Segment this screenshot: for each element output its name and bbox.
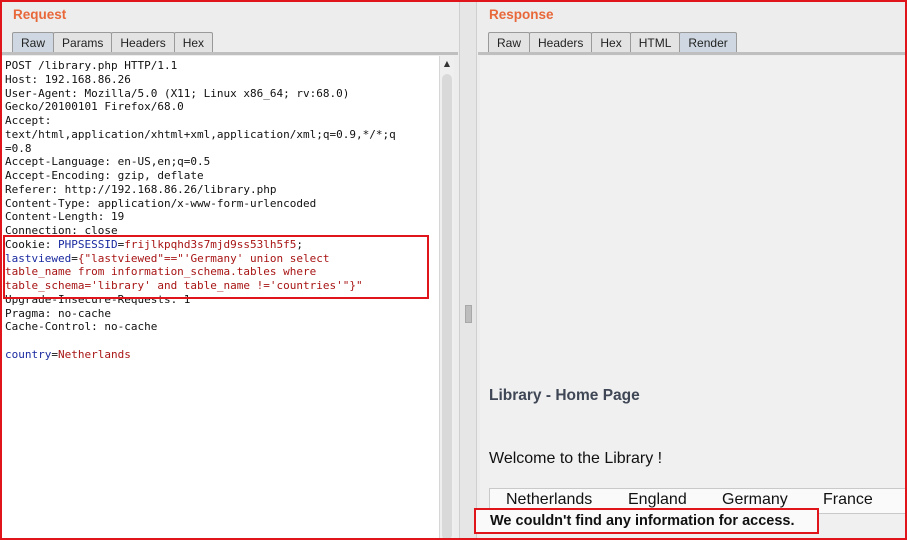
request-line: POST /library.php HTTP/1.1 [5, 59, 439, 73]
response-tab-hex[interactable]: Hex [591, 32, 631, 52]
request-line-text: text/html,application/xhtml+xml,applicat… [5, 127, 396, 141]
nav-link-england[interactable]: England [628, 491, 687, 509]
rendered-welcome-text: Welcome to the Library ! [489, 450, 663, 467]
request-scrollbar-thumb[interactable] [442, 74, 452, 540]
request-line: Cache-Control: no-cache [5, 320, 439, 334]
request-line: Accept: [5, 114, 439, 128]
response-render-view: Library - Home Page Welcome to the Libra… [474, 56, 907, 540]
request-line: Accept-Language: en-US,en;q=0.5 [5, 155, 439, 169]
request-line-text: Accept-Encoding: gzip, deflate [5, 169, 204, 182]
response-tab-render[interactable]: Render [679, 32, 737, 52]
request-line-text: Host: 192.168.86.26 [5, 72, 131, 86]
response-tab-divider [478, 52, 907, 55]
response-tab-headers[interactable]: Headers [529, 32, 593, 52]
response-tabs: Raw Headers Hex HTML Render [488, 32, 737, 52]
request-line: Accept-Encoding: gzip, deflate [5, 169, 439, 183]
response-tab-html[interactable]: HTML [629, 32, 681, 52]
request-line: =0.8 [5, 142, 439, 156]
request-line: User-Agent: Mozilla/5.0 (X11; Linux x86_… [5, 87, 439, 101]
request-line-text: Cache-Control: no-cache [5, 320, 158, 334]
response-title: Response [489, 7, 554, 22]
cookie-injection-highlight [3, 235, 429, 299]
request-line-text: Accept: [5, 114, 52, 127]
request-line: Pragma: no-cache [5, 307, 439, 321]
pane-splitter[interactable] [459, 0, 477, 540]
request-line-value: Netherlands [57, 347, 131, 361]
scroll-up-arrow-icon[interactable]: ▲ [440, 58, 454, 70]
request-tab-headers[interactable]: Headers [111, 32, 175, 52]
request-line: Referer: http://192.168.86.26/library.ph… [5, 183, 439, 197]
request-tab-divider [0, 52, 458, 55]
request-line: text/html,application/xhtml+xml,applicat… [5, 128, 439, 142]
request-tab-params[interactable]: Params [53, 32, 113, 52]
request-line-text: Accept-Language: en-US,en;q=0.5 [5, 155, 211, 169]
request-line-text: Pragma: no-cache [5, 306, 111, 320]
response-pane: Response Raw Headers Hex HTML Render Lib… [474, 0, 907, 540]
request-line-text: POST /library.php HTTP/1.1 [5, 59, 178, 72]
request-tab-raw[interactable]: Raw [12, 32, 55, 52]
request-line-name: country [5, 347, 52, 361]
request-line [5, 334, 439, 348]
request-pane: Request Raw Params Headers Hex POST /lib… [0, 0, 458, 540]
nav-link-france[interactable]: France [823, 491, 873, 509]
request-line-text: Content-Type: application/x-www-form-url… [5, 196, 317, 210]
request-tab-hex[interactable]: Hex [173, 32, 214, 52]
request-line-text: =0.8 [5, 141, 32, 155]
request-raw-text[interactable]: POST /library.php HTTP/1.1 Host: 192.168.… [2, 56, 439, 362]
splitter-grip-icon[interactable] [465, 305, 472, 323]
nav-link-germany[interactable]: Germany [722, 491, 788, 509]
request-line-text: Gecko/20100101 Firefox/68.0 [5, 100, 184, 114]
response-tab-raw[interactable]: Raw [488, 32, 531, 52]
request-line: Host: 192.168.86.26 [5, 73, 439, 87]
request-line-text: User-Agent: Mozilla/5.0 (X11; Linux x86_… [5, 86, 350, 100]
rendered-page-title: Library - Home Page [489, 387, 640, 404]
request-line-eq: = [51, 347, 58, 361]
rendered-error-message: We couldn't find any information for acc… [490, 513, 795, 529]
request-line: Content-Type: application/x-www-form-url… [5, 197, 439, 211]
request-scrollbar[interactable]: ▲ [439, 56, 454, 540]
request-title: Request [13, 7, 67, 22]
error-message-highlight: We couldn't find any information for acc… [474, 508, 819, 534]
request-line-text: Content-Length: 19 [5, 210, 125, 224]
request-line: Content-Length: 19 [5, 210, 439, 224]
request-line-text: Referer: http://192.168.86.26/library.ph… [5, 182, 277, 196]
request-tabs: Raw Params Headers Hex [12, 32, 214, 52]
request-line: Gecko/20100101 Firefox/68.0 [5, 100, 439, 114]
request-line: country=Netherlands [5, 348, 439, 362]
nav-link-netherlands[interactable]: Netherlands [506, 491, 592, 509]
